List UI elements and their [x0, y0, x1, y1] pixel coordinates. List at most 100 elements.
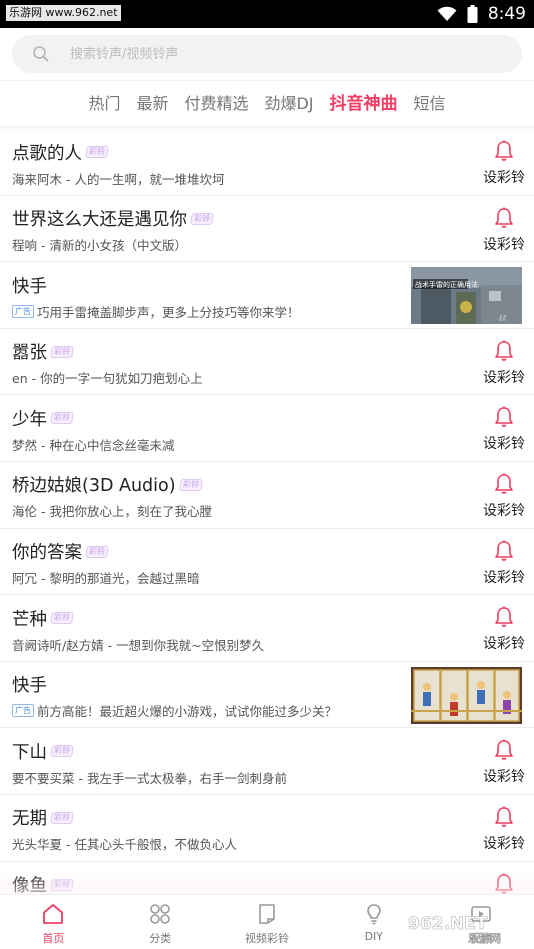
list-item[interactable]: 世界这么大还是遇见你 彩铃 程响 - 清新的小女孩（中文版） 设彩铃 [0, 196, 534, 263]
status-right: 8:49 [437, 3, 526, 25]
ringtone-tag: 彩铃 [50, 745, 74, 758]
song-subtitle: 音阙诗听/赵方婧 - 一想到你我就~空恨别梦久 [12, 637, 265, 653]
category-icon [150, 904, 170, 924]
bell-icon [495, 806, 513, 827]
song-subtitle: en - 你的一字一句犹如刀疤划心上 [12, 371, 203, 387]
song-title: 下山 [12, 742, 47, 763]
set-ringtone-button[interactable]: 设彩铃 [480, 137, 528, 189]
song-title: 少年 [12, 409, 47, 430]
list-item[interactable]: 桥边姑娘(3D Audio) 彩铃 海伦 - 我把你放心上，刻在了我心膛 设彩铃 [0, 462, 534, 529]
song-subtitle: 程响 - 清新的小女孩（中文版） [12, 238, 187, 254]
tab-hot[interactable]: 热门 [80, 81, 128, 127]
set-ringtone-button[interactable]: 设彩铃 [480, 803, 528, 855]
ad-subtitle: 巧用手雷掩盖脚步声，更多上分技巧等你来学！ [37, 304, 300, 320]
bell-icon [495, 473, 513, 494]
song-title: 你的答案 [12, 543, 82, 564]
set-ringtone-label: 设彩铃 [483, 502, 525, 519]
ringtone-tag: 彩铃 [85, 545, 109, 558]
list-item[interactable]: 芒种 彩铃 音阙诗听/赵方婧 - 一想到你我就~空恨别梦久 设彩铃 [0, 595, 534, 662]
song-title: 嚣张 [12, 343, 47, 364]
game-screenshot-image: 战术手雷的正确用法 ⫽⫽ [411, 267, 522, 325]
ringtone-tag: 彩铃 [50, 811, 74, 824]
nav-label: 视频彩铃 [244, 932, 289, 945]
bell-icon [495, 739, 513, 761]
list-item[interactable]: 少年 彩铃 梦然 - 种在心中信念丝毫未减 设彩铃 [0, 395, 534, 462]
video-ringtone-icon [259, 904, 275, 924]
song-title: 芒种 [12, 609, 47, 630]
set-ringtone-label: 设彩铃 [483, 369, 525, 386]
search-bar[interactable] [12, 35, 522, 73]
song-subtitle: 海来阿木 - 人的一生啊，就一堆堆坎坷 [12, 171, 225, 187]
list-item[interactable]: 下山 彩铃 要不要买菜 - 我左手一式太极拳，右手一剑刺身前 设彩铃 [0, 728, 534, 795]
ringtone-tag: 彩铃 [178, 478, 203, 491]
ad-title: 快手 [12, 676, 47, 697]
app-screen: 乐游网 www.962.net 8:49 热门 最新 付费精选 劲爆DJ 抖音神… [0, 0, 534, 949]
list-item[interactable]: 你的答案 彩铃 阿冗 - 黎明的那道光，会越过黑暗 设彩铃 [0, 529, 534, 596]
clock: 8:49 [487, 4, 526, 24]
nav-category[interactable]: 分类 [107, 895, 214, 949]
set-ringtone-button[interactable]: 设彩铃 [480, 736, 528, 788]
tab-douyin[interactable]: 抖音神曲 [322, 81, 406, 127]
set-ringtone-button[interactable]: 设彩铃 [480, 204, 528, 256]
ad-title: 快手 [12, 276, 47, 297]
nav-label: DIY [364, 930, 383, 943]
site-watermark: 962.NET 乐游网 [402, 900, 530, 946]
ringtone-tag: 彩铃 [50, 412, 74, 425]
tab-dj[interactable]: 劲爆DJ [256, 81, 321, 127]
ringtone-tag: 彩铃 [190, 212, 214, 225]
bell-icon [495, 207, 513, 228]
set-ringtone-button[interactable]: 设彩铃 [480, 470, 528, 522]
tab-sms[interactable]: 短信 [406, 81, 454, 127]
set-ringtone-button[interactable]: 设彩铃 [480, 537, 528, 589]
home-icon [43, 904, 64, 924]
ringtone-tag: 彩铃 [50, 345, 74, 358]
bell-icon [495, 140, 513, 161]
set-ringtone-label: 设彩铃 [483, 636, 525, 653]
ringtone-list: 点歌的人 彩铃 海来阿木 - 人的一生啊，就一堆堆坎坷 设彩铃 世界这么大还是遇见… [0, 129, 534, 929]
song-subtitle: 光头华夏 - 任其心头千般恨，不做负心人 [12, 837, 237, 853]
watermark-brand: 962.NET [408, 914, 488, 934]
set-ringtone-label: 设彩铃 [483, 769, 525, 786]
bell-icon [495, 540, 513, 561]
svg-text:⫽⫽: ⫽⫽ [498, 314, 507, 323]
bell-icon [495, 606, 513, 627]
ringtone-tag: 彩铃 [85, 146, 109, 158]
nav-video-ringtone[interactable]: 视频彩铃 [214, 895, 321, 949]
set-ringtone-label: 设彩铃 [483, 170, 525, 186]
song-title: 无期 [12, 809, 47, 830]
diy-icon [366, 904, 381, 925]
set-ringtone-button[interactable]: 设彩铃 [480, 337, 528, 389]
ad-item[interactable]: 快手 广告 前方高能！最近超火爆的小游戏，试试你能过多少关？ [0, 662, 534, 729]
song-subtitle: 梦然 - 种在心中信念丝毫未减 [12, 437, 175, 453]
song-title: 世界这么大还是遇见你 [12, 210, 187, 231]
list-item[interactable]: 嚣张 彩铃 en - 你的一字一句犹如刀疤划心上 设彩铃 [0, 329, 534, 396]
bell-icon [495, 340, 513, 361]
status-watermark: 乐游网 www.962.net [6, 5, 121, 21]
song-title: 点歌的人 [12, 143, 82, 164]
minigame-screenshot-image [411, 666, 522, 724]
nav-home[interactable]: 首页 [0, 895, 107, 949]
watermark-logo: 962.NET 乐游网 [404, 905, 501, 945]
song-subtitle: 要不要买菜 - 我左手一式太极拳，右手一剑刺身前 [12, 770, 287, 786]
watermark-sub: 乐游网 [468, 931, 501, 945]
category-tabs: 热门 最新 付费精选 劲爆DJ 抖音神曲 短信 [0, 80, 534, 126]
watermark-text: 乐游网 www.962.net [6, 5, 121, 21]
set-ringtone-label: 设彩铃 [483, 835, 525, 852]
list-item[interactable]: 无期 彩铃 光头华夏 - 任其心头千般恨，不做负心人 设彩铃 [0, 795, 534, 862]
tab-paid[interactable]: 付费精选 [176, 81, 256, 127]
ad-subtitle: 前方高能！最近超火爆的小游戏，试试你能过多少关？ [37, 704, 338, 720]
ad-thumbnail[interactable]: 战术手雷的正确用法 ⫽⫽ [411, 267, 522, 325]
search-input[interactable] [70, 44, 490, 64]
ringtone-tag: 彩铃 [50, 612, 74, 625]
ad-thumbnail[interactable] [411, 666, 522, 724]
tab-latest[interactable]: 最新 [128, 81, 176, 127]
ad-badge: 广告 [12, 704, 34, 718]
set-ringtone-label: 设彩铃 [483, 436, 525, 453]
set-ringtone-button[interactable]: 设彩铃 [480, 403, 528, 455]
ad-item[interactable]: 快手 广告 巧用手雷掩盖脚步声，更多上分技巧等你来学！ 战术手雷的正确用法 ⫽⫽ [0, 262, 534, 329]
wifi-icon [437, 6, 457, 21]
battery-icon [467, 5, 478, 23]
status-bar: 乐游网 www.962.net 8:49 [0, 0, 534, 28]
set-ringtone-button[interactable]: 设彩铃 [480, 603, 528, 655]
list-item[interactable]: 点歌的人 彩铃 海来阿木 - 人的一生啊，就一堆堆坎坷 设彩铃 [0, 129, 534, 196]
